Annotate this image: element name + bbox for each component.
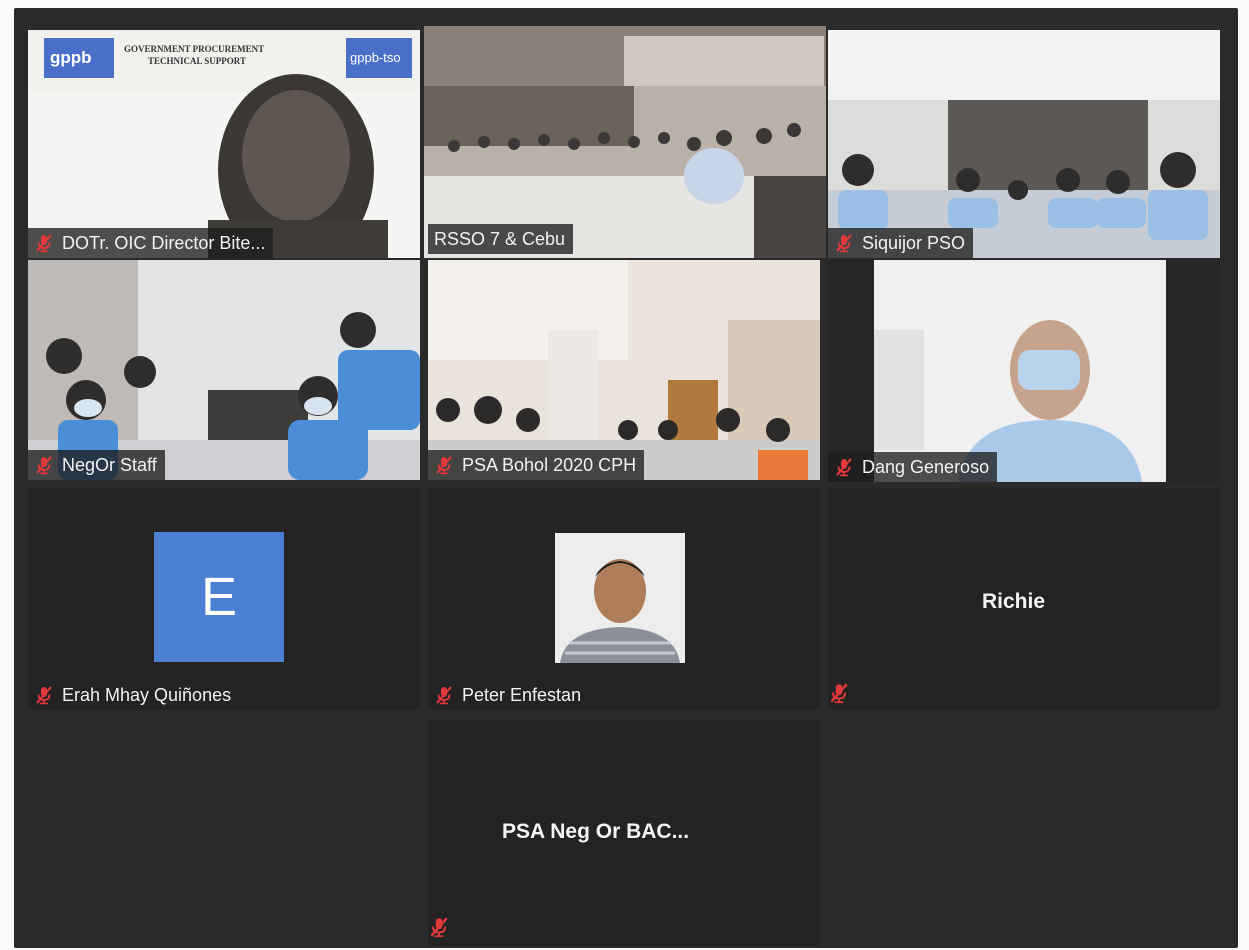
participant-name-tag: Peter Enfestan: [428, 680, 589, 710]
participant-profile-photo: [555, 533, 685, 663]
mic-muted-icon: [34, 685, 54, 705]
mic-muted-icon: [828, 682, 850, 704]
participant-name: Dang Generoso: [862, 456, 990, 477]
video-tile-dotr[interactable]: gppb gppb-tso GOVERNMENT PROCUREMENT TEC…: [28, 30, 420, 258]
participant-name-tag: Erah Mhay Quiñones: [28, 680, 239, 710]
video-tile-siquijor[interactable]: Siquijor PSO: [828, 30, 1220, 258]
participant-name-tag: Dang Generoso: [828, 452, 998, 482]
video-feed: [828, 30, 1220, 258]
video-tile-richie[interactable]: Richie: [828, 488, 1220, 710]
participant-name: NegOr Staff: [62, 454, 157, 475]
banner-title: GOVERNMENT PROCUREMENT: [124, 44, 265, 54]
video-tile-psa-negor-bac[interactable]: PSA Neg Or BAC...: [428, 720, 820, 946]
gppb-tso-logo: gppb-tso: [350, 50, 401, 65]
banner-subtitle: TECHNICAL SUPPORT: [148, 56, 246, 66]
zoom-gallery-view: gppb gppb-tso GOVERNMENT PROCUREMENT TEC…: [14, 8, 1238, 948]
video-tile-negor[interactable]: NegOr Staff: [28, 260, 420, 480]
participant-name-tag: DOTr. OIC Director Bite...: [28, 228, 274, 258]
video-tile-erah-mhay[interactable]: E Erah Mhay Quiñones: [28, 488, 420, 710]
gppb-logo: gppb: [50, 48, 92, 67]
mic-muted-icon: [434, 685, 454, 705]
mic-muted-icon: [834, 457, 854, 477]
participant-name: PSA Bohol 2020 CPH: [462, 454, 637, 475]
video-tile-peter-enfestan[interactable]: Peter Enfestan: [428, 488, 820, 710]
mic-muted-icon: [834, 233, 854, 253]
participant-avatar-initial: E: [154, 532, 284, 662]
participant-name-tag: RSSO 7 & Cebu: [428, 224, 574, 254]
video-feed: [828, 260, 1220, 482]
mic-muted-icon: [34, 455, 54, 475]
video-tile-dang-generoso[interactable]: Dang Generoso: [828, 260, 1220, 482]
participant-name: Peter Enfestan: [462, 684, 582, 705]
video-tile-rsso[interactable]: RSSO 7 & Cebu: [424, 26, 826, 258]
mic-muted-icon: [428, 916, 450, 938]
participant-name-tag: Siquijor PSO: [828, 228, 974, 258]
video-feed: [28, 260, 420, 480]
participant-name: Erah Mhay Quiñones: [62, 684, 232, 705]
participant-name-tag: PSA Bohol 2020 CPH: [428, 450, 645, 480]
participant-name: RSSO 7 & Cebu: [434, 228, 566, 249]
participant-name: Richie: [982, 590, 1046, 613]
participant-name: PSA Neg Or BAC...: [502, 820, 690, 843]
video-feed: [428, 260, 820, 480]
participant-name: DOTr. OIC Director Bite...: [62, 232, 266, 253]
video-tile-psa-bohol[interactable]: PSA Bohol 2020 CPH: [428, 260, 820, 480]
participant-name-tag: NegOr Staff: [28, 450, 165, 480]
mic-muted-icon: [434, 455, 454, 475]
mic-muted-icon: [34, 233, 54, 253]
participant-name: Siquijor PSO: [862, 232, 966, 253]
profile-photo-image: [555, 533, 685, 663]
